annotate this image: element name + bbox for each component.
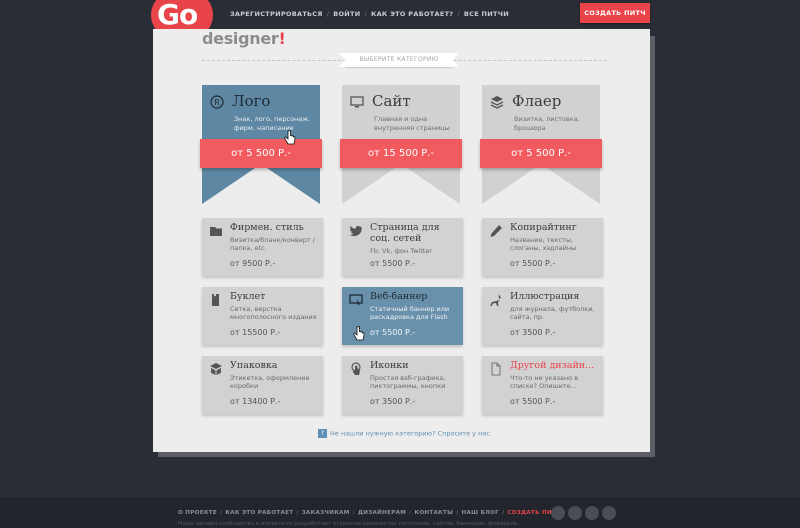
monitor-icon	[350, 96, 364, 108]
card-price: от 3500 Р.-	[370, 397, 416, 406]
card-price: от 15500 Р.-	[230, 328, 281, 337]
footer-separator: /	[456, 510, 459, 516]
banner-icon	[349, 294, 363, 306]
card-description: Знак, лого, персонаж, фирм. написание	[234, 115, 311, 132]
category-site-card[interactable]: Сайт Главная и одна внутренняя страницы …	[340, 85, 462, 204]
footer-link-about[interactable]: О ПРОЕКТЕ	[178, 510, 217, 516]
hand-cursor-icon	[284, 130, 296, 145]
ribbon-tail	[202, 164, 320, 204]
card-description: Простая вэб-графика, пиктограммы, кнопки	[370, 374, 446, 390]
nav-how-it-works-link[interactable]: КАК ЭТО РАБОТАЕТ?	[371, 10, 453, 18]
pencil-icon	[490, 225, 502, 237]
footer-separator: /	[352, 510, 355, 516]
card-title: Страница для соц. сетей	[370, 222, 440, 244]
touch-icon	[351, 362, 361, 375]
card-title: Копирайтинг	[510, 222, 577, 233]
question-icon: ?	[318, 429, 327, 438]
document-icon	[491, 362, 501, 376]
card-description: Визитка, листовка, брошюра	[514, 115, 580, 132]
card-title: Лого	[232, 92, 271, 110]
card-description: Этикетка, оформление коробки	[230, 374, 310, 390]
top-nav: ЗАРЕГИСТРИРОВАТЬСЯ / ВОЙТИ / КАК ЭТО РАБОТАЕ…	[230, 10, 509, 18]
card-price: от 5 500 Р.-	[200, 139, 322, 168]
card-title: Иллюстрация	[510, 291, 580, 302]
create-pitch-button[interactable]: СОЗДАТЬ ПИТЧ	[580, 3, 650, 23]
footer-text: Наше дизайн сообщество в интернете разра…	[178, 521, 523, 527]
nav-all-pitches-link[interactable]: ВСЕ ПИТЧИ	[464, 10, 509, 18]
social-icon[interactable]	[602, 506, 616, 520]
footer-link-designers[interactable]: ДИЗАЙНЕРАМ	[358, 510, 406, 516]
logo-text[interactable]: Go	[157, 0, 198, 31]
card-description: для журнала, футболки, сайта, пр.	[510, 305, 595, 321]
footer-separator: /	[219, 510, 223, 516]
card-price: от 9500 Р.-	[230, 259, 276, 268]
category-illustration-card[interactable]: Иллюстрация для журнала, футболки, сайта…	[482, 287, 603, 345]
card-price: от 5500 Р.-	[510, 397, 556, 406]
svg-text:R: R	[214, 98, 220, 107]
booklet-icon	[212, 293, 219, 306]
nav-register-link[interactable]: ЗАРЕГИСТРИРОВАТЬСЯ	[230, 10, 323, 18]
card-title: Иконки	[370, 360, 409, 371]
box-icon	[210, 363, 222, 375]
category-corporate-identity-card[interactable]: Фирмен. стиль Визитка/бланк/конверт /пап…	[202, 218, 323, 276]
category-other-design-card[interactable]: Другой дизайн... Что-то не указано в спи…	[482, 356, 603, 414]
card-title: Буклет	[230, 291, 266, 302]
card-price: от 15 500 Р.-	[340, 139, 462, 168]
card-title: Сайт	[372, 92, 411, 110]
card-description: Что-то не указано в списке? Опишите...	[510, 374, 579, 390]
card-description: Визитка/бланк/конверт /папка, etc.	[230, 236, 315, 252]
category-booklet-card[interactable]: Буклет Сетка, верстка многополосного изд…	[202, 287, 323, 345]
footer-link-blog[interactable]: НАШ БЛОГ	[462, 510, 500, 516]
footer-link-contacts[interactable]: КОНТАКТЫ	[414, 510, 453, 516]
card-price: от 5 500 Р.-	[480, 139, 602, 168]
category-packaging-card[interactable]: Упаковка Этикетка, оформление коробки от…	[202, 356, 323, 414]
help-text: Не нашли нужную категорию? Спросите у на…	[330, 429, 492, 438]
nav-separator: /	[326, 10, 330, 18]
footer-link-how[interactable]: КАК ЭТО РАБОТАЕТ	[225, 510, 293, 516]
card-description: Главная и одна внутренняя страницы	[374, 115, 450, 132]
category-icons-card[interactable]: Иконки Простая вэб-графика, пиктограммы,…	[342, 356, 463, 414]
card-price: от 5500 Р.-	[510, 259, 556, 268]
category-copywriting-card[interactable]: Копирайтинг Название, тексты, слоганы, х…	[482, 218, 603, 276]
card-price: от 5500 Р.-	[370, 259, 416, 268]
nav-separator: /	[457, 10, 460, 18]
card-description: Название, тексты, слоганы, хэдлайны	[510, 236, 577, 252]
card-title: Другой дизайн...	[510, 360, 595, 371]
category-flyer-card[interactable]: Флаер Визитка, листовка, брошюра от 5 50…	[480, 85, 602, 204]
card-price: от 13400 Р.-	[230, 397, 281, 406]
nav-login-link[interactable]: ВОЙТИ	[333, 10, 360, 18]
card-title: Флаер	[512, 92, 562, 110]
deer-icon	[490, 294, 502, 306]
help-link[interactable]: ? Не нашли нужную категорию? Спросите у н…	[318, 429, 492, 438]
category-logo-card[interactable]: R Лого Знак, лого, персонаж, фирм. напис…	[200, 85, 322, 204]
card-description: Fb, Vk, фон Twitter	[370, 247, 432, 255]
nav-separator: /	[364, 10, 367, 18]
card-description: Статичный баннер или раскадровка для Fla…	[370, 305, 450, 321]
card-title: Веб-баннер	[370, 291, 428, 302]
footer-separator: /	[409, 510, 412, 516]
card-price: от 3500 Р.-	[510, 328, 556, 337]
card-title: Упаковка	[230, 360, 278, 371]
social-icon[interactable]	[585, 506, 599, 520]
twitter-bird-icon	[349, 225, 362, 237]
footer-nav: О ПРОЕКТЕ / КАК ЭТО РАБОТАЕТ / ЗАКАЗЧИКАМ / ДИ…	[178, 510, 561, 516]
logo-designer-word: designer!	[202, 29, 286, 48]
ribbon-tail	[482, 164, 600, 204]
registered-icon: R	[210, 95, 224, 109]
card-title: Фирмен. стиль	[230, 222, 304, 233]
social-icon[interactable]	[551, 506, 565, 520]
footer-separator: /	[296, 510, 299, 516]
social-icon[interactable]	[568, 506, 582, 520]
hand-cursor-icon	[353, 326, 365, 341]
card-description: Сетка, верстка многополосного издания	[230, 305, 317, 321]
footer-link-clients[interactable]: ЗАКАЗЧИКАМ	[302, 510, 350, 516]
folder-icon	[210, 227, 222, 236]
footer-separator: /	[502, 510, 505, 516]
category-title: ВЫБЕРИТЕ КАТЕГОРИЮ	[339, 53, 459, 67]
ribbon-tail	[342, 164, 460, 204]
category-social-page-card[interactable]: Страница для соц. сетей Fb, Vk, фон Twit…	[342, 218, 463, 276]
layers-icon	[490, 96, 504, 109]
card-price: от 5500 Р.-	[370, 328, 416, 337]
